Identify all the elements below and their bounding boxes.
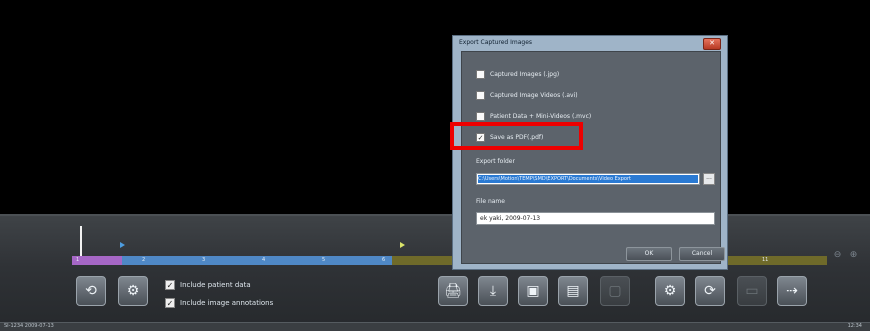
timeline-tick: 2 <box>142 257 146 263</box>
settings-icon: ⚙ <box>663 283 677 299</box>
status-right-text: 12:34 <box>847 323 862 329</box>
dialog-body: Captured Images (.jpg) Captured Image Vi… <box>461 51 725 264</box>
timeline-tick: 5 <box>322 257 326 263</box>
marker-icon[interactable] <box>400 242 405 248</box>
film-button[interactable]: ▭ <box>737 276 767 306</box>
playhead[interactable] <box>80 226 82 258</box>
close-icon: ✕ <box>709 39 715 47</box>
highlight-box <box>450 122 583 150</box>
capture-all-button[interactable]: ⟲ <box>76 276 106 306</box>
zoom-out-icon[interactable]: ⊖ <box>832 250 843 261</box>
capture-icon: ⚙ <box>126 283 140 299</box>
cancel-button[interactable]: Cancel <box>679 247 725 261</box>
status-left-text: SI-1234 2009-07-13 <box>4 323 54 329</box>
rotate-icon: ⟳ <box>704 283 716 299</box>
document-icon: ▤ <box>566 283 580 299</box>
include-patient-data-checkbox[interactable]: ✓ <box>165 280 175 290</box>
status-bar: SI-1234 2009-07-13 12:34 <box>0 322 870 331</box>
document-button[interactable]: ▤ <box>558 276 588 306</box>
print-button[interactable]: 🖨 <box>438 276 468 306</box>
include-annotations-checkbox[interactable]: ✓ <box>165 298 175 308</box>
option-jpg-label: Captured Images (.jpg) <box>490 71 560 78</box>
export-folder-label: Export folder <box>476 158 515 165</box>
capture-all-icon: ⟲ <box>85 283 97 299</box>
capture-button[interactable]: ⚙ <box>118 276 148 306</box>
export-folder-field[interactable]: C:\Users\Motion\TEMP\SMD\EXPORT\Document… <box>476 173 700 185</box>
dialog-title: Export Captured Images <box>459 39 533 46</box>
print-icon: 🖨 <box>444 283 462 299</box>
export-folder-value: C:\Users\Motion\TEMP\SMD\EXPORT\Document… <box>478 175 698 183</box>
browse-button[interactable]: ... <box>703 173 715 185</box>
control-panel: 1 2 3 4 5 6 7 8 9 10 11 ⊖ ⊕ ⟲ ⚙ ✓ Includ… <box>0 214 870 331</box>
image-viewer <box>0 0 870 214</box>
send-icon: ⇢ <box>786 283 798 299</box>
export-dialog: Export Captured Images ✕ Captured Images… <box>452 35 728 270</box>
ok-button[interactable]: OK <box>626 247 672 261</box>
option-mvc-checkbox[interactable] <box>476 112 485 121</box>
include-patient-data-label: Include patient data <box>180 281 251 289</box>
blank-icon: ▢ <box>608 283 622 299</box>
close-button[interactable]: ✕ <box>703 38 721 50</box>
option-jpg-checkbox[interactable] <box>476 70 485 79</box>
file-name-label: File name <box>476 198 505 205</box>
film-icon: ▭ <box>745 283 759 299</box>
option-avi-label: Captured Image Videos (.avi) <box>490 92 578 99</box>
zoom-in-icon[interactable]: ⊕ <box>848 250 859 261</box>
timeline-segment-blue <box>122 256 392 265</box>
timeline-tick: 3 <box>202 257 206 263</box>
marker-icon[interactable] <box>120 242 125 248</box>
disabled-button[interactable]: ▢ <box>600 276 630 306</box>
export-icon: ⤓ <box>489 283 497 299</box>
timeline-segment-pink <box>72 256 122 265</box>
include-annotations-label: Include image annotations <box>180 299 274 307</box>
save-icon: ▣ <box>526 283 540 299</box>
timeline-tick: 6 <box>382 257 386 263</box>
save-button[interactable]: ▣ <box>518 276 548 306</box>
timeline-tick: 11 <box>762 257 769 263</box>
timeline-tick: 4 <box>262 257 266 263</box>
rotate-button[interactable]: ⟳ <box>695 276 725 306</box>
export-button[interactable]: ⤓ <box>478 276 508 306</box>
option-mvc-label: Patient Data + Mini-Videos (.mvc) <box>490 113 592 120</box>
settings-button[interactable]: ⚙ <box>655 276 685 306</box>
timeline-tick: 1 <box>76 257 80 263</box>
option-avi-checkbox[interactable] <box>476 91 485 100</box>
send-button[interactable]: ⇢ <box>777 276 807 306</box>
file-name-field[interactable]: ek yaki, 2009-07-13 <box>476 212 715 225</box>
